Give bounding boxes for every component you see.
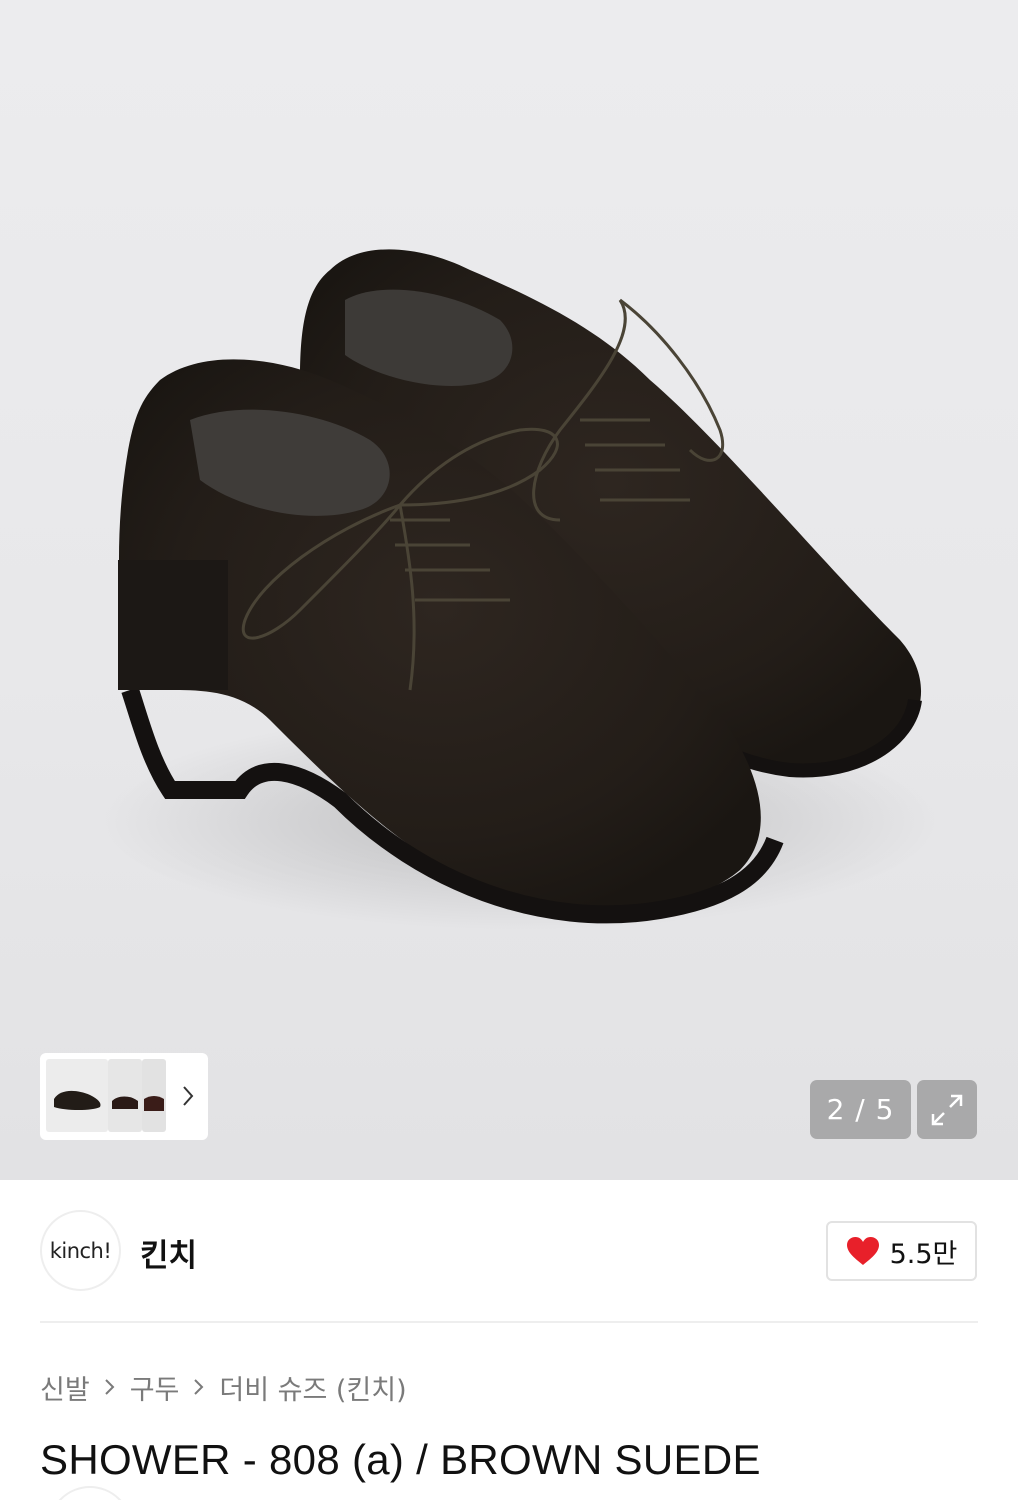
like-count: 5.5만 bbox=[889, 1238, 958, 1270]
chevron-right-icon[interactable] bbox=[176, 1081, 200, 1111]
expand-arrows-icon bbox=[931, 1094, 963, 1125]
image-counter-text: 2 / 5 bbox=[826, 1093, 895, 1126]
fullscreen-button[interactable] bbox=[917, 1080, 977, 1139]
breadcrumb-item-derby-shoes[interactable]: 더비 슈즈 (킨치) bbox=[219, 1368, 406, 1407]
brand-name[interactable]: 킨치 bbox=[140, 1230, 197, 1275]
brand-logo-text: kinch! bbox=[49, 1238, 112, 1263]
chevron-right-icon bbox=[189, 1377, 209, 1397]
thumbnail-shoe-pair[interactable] bbox=[46, 1059, 108, 1132]
chevron-right-icon bbox=[100, 1377, 120, 1397]
heart-icon bbox=[846, 1237, 879, 1265]
breadcrumb: 신발 구두 더비 슈즈 (킨치) bbox=[40, 1367, 407, 1407]
thumbnail-shoe-detail[interactable] bbox=[142, 1059, 166, 1132]
breadcrumb-item-dress-shoes[interactable]: 구두 bbox=[130, 1368, 180, 1407]
image-counter: 2 / 5 bbox=[810, 1080, 911, 1139]
breadcrumb-item-shoes[interactable]: 신발 bbox=[40, 1368, 90, 1407]
product-title: SHOWER - 808 (a) / BROWN SUEDE bbox=[40, 1436, 761, 1483]
avatar bbox=[48, 1486, 132, 1500]
thumbnail-strip bbox=[40, 1053, 208, 1140]
product-image-gallery[interactable]: 2 / 5 bbox=[0, 0, 1018, 1180]
brand-logo[interactable]: kinch! bbox=[40, 1210, 121, 1291]
product-photo bbox=[100, 249, 940, 930]
thumbnail-shoe-side[interactable] bbox=[108, 1059, 142, 1132]
like-button[interactable]: 5.5만 bbox=[826, 1221, 977, 1281]
divider bbox=[40, 1321, 978, 1323]
